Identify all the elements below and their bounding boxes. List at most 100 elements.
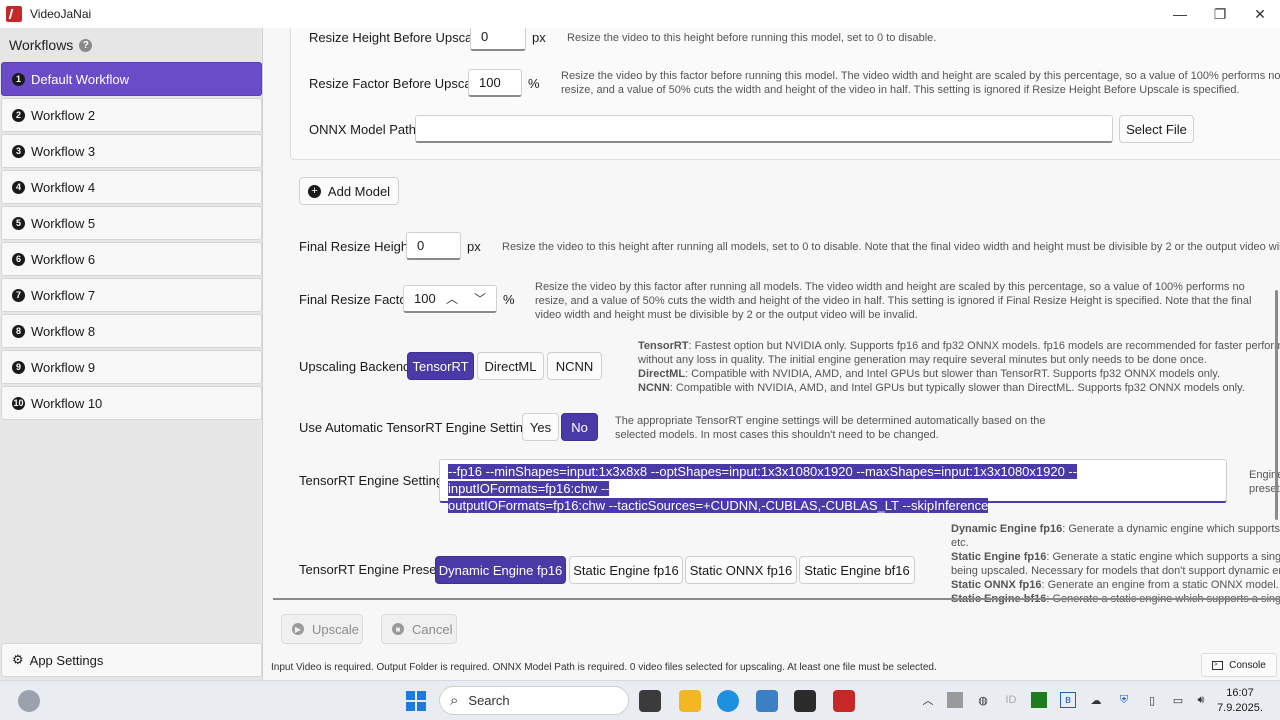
workflow-number-icon: 1 bbox=[12, 72, 25, 86]
workflow-item-6[interactable]: 6 Workflow 6 bbox=[1, 242, 262, 276]
window-title: VideoJaNai bbox=[30, 7, 92, 21]
final-resize-factor-desc-1: Resize the video by this factor after ru… bbox=[535, 281, 1245, 293]
final-resize-factor-unit: % bbox=[503, 292, 515, 307]
preset-desc-static-onnx-name: Static ONNX fp16 bbox=[951, 579, 1042, 591]
backend-desc-ncnn: NCNN: Compatible with NVIDIA, AMD, and I… bbox=[638, 381, 1245, 395]
task-view-icon[interactable] bbox=[639, 690, 661, 712]
preset-desc-static-engine: Static Engine fp16: Generate a static en… bbox=[951, 550, 1280, 564]
minimize-button[interactable]: — bbox=[1160, 0, 1200, 28]
backend-directml-button[interactable]: DirectML bbox=[477, 352, 544, 380]
app-settings-button[interactable]: ⚙ App Settings bbox=[1, 643, 262, 677]
preset-static-engine-fp16-button[interactable]: Static Engine fp16 bbox=[569, 556, 683, 584]
final-resize-factor-stepper[interactable]: 100 ︿ ﹀ bbox=[403, 285, 497, 313]
backend-desc-directml-name: DirectML bbox=[638, 368, 686, 380]
videojanai-taskbar-icon[interactable] bbox=[833, 690, 855, 712]
upscaling-backend-label: Upscaling Backend bbox=[299, 359, 411, 374]
workflow-number-icon: 4 bbox=[12, 180, 25, 194]
upscale-button[interactable]: ▶ Upscale bbox=[281, 614, 363, 644]
console-label: Console bbox=[1229, 659, 1266, 671]
horizontal-scrollbar[interactable] bbox=[273, 598, 1280, 600]
help-icon[interactable]: ? bbox=[79, 38, 93, 52]
onnx-model-path-input[interactable] bbox=[415, 115, 1113, 143]
backend-ncnn-button[interactable]: NCNN bbox=[547, 352, 602, 380]
console-icon: > bbox=[1212, 660, 1224, 670]
status-message: Input Video is required. Output Folder i… bbox=[271, 662, 937, 673]
plus-icon: + bbox=[307, 184, 321, 198]
workflow-label: Workflow 2 bbox=[31, 107, 96, 123]
image-viewer-icon[interactable] bbox=[756, 690, 778, 712]
weather-icon[interactable] bbox=[18, 690, 40, 712]
preset-dynamic-fp16-button[interactable]: Dynamic Engine fp16 bbox=[435, 556, 566, 584]
search-icon: ⌕ bbox=[450, 692, 459, 709]
chevron-up-tray-icon[interactable]: ︿ bbox=[920, 692, 936, 708]
tray-bluetooth-icon[interactable]: ʙ bbox=[1060, 692, 1076, 708]
tray-app-icon[interactable] bbox=[947, 692, 963, 708]
backend-desc-directml: DirectML: Compatible with NVIDIA, AMD, a… bbox=[638, 367, 1220, 381]
workflow-label: Workflow 6 bbox=[31, 251, 96, 267]
final-resize-height-desc: Resize the video to this height after ru… bbox=[502, 241, 1280, 253]
resize-factor-input[interactable]: 100 bbox=[468, 69, 522, 97]
resize-factor-desc-2: resize, and a value of 50% cuts the widt… bbox=[561, 84, 1240, 96]
engine-settings-textarea[interactable]: --fp16 --minShapes=input:1x3x8x8 --optSh… bbox=[439, 459, 1227, 513]
preset-static-engine-bf16-button[interactable]: Static Engine bf16 bbox=[799, 556, 915, 584]
upscale-label: Upscale bbox=[312, 621, 359, 637]
main-panel: Resize Height Before Upscale 0 px Resize… bbox=[263, 28, 1280, 680]
taskbar-search[interactable]: ⌕ Search bbox=[439, 686, 629, 715]
workflow-item-5[interactable]: 5 Workflow 5 bbox=[1, 206, 262, 240]
clock-date: 7.9.2025. bbox=[1217, 702, 1263, 714]
add-model-button[interactable]: + Add Model bbox=[299, 177, 399, 205]
gear-icon: ⚙ bbox=[12, 652, 24, 667]
workflow-item-1[interactable]: 1 Default Workflow bbox=[1, 62, 262, 96]
close-button[interactable]: ✕ bbox=[1240, 0, 1280, 28]
cancel-button[interactable]: ■ Cancel bbox=[381, 614, 457, 644]
backend-desc-tensorrt: TensorRT: Fastest option but NVIDIA only… bbox=[638, 339, 1280, 353]
tray-shield-icon[interactable]: ⛨ bbox=[1116, 692, 1132, 708]
workflow-item-4[interactable]: 4 Workflow 4 bbox=[1, 170, 262, 204]
backend-desc-directml-text: : Compatible with NVIDIA, AMD, and Intel… bbox=[685, 368, 1221, 380]
workflow-number-icon: 3 bbox=[12, 144, 25, 158]
final-resize-height-unit: px bbox=[467, 239, 481, 254]
terminal-icon[interactable] bbox=[794, 690, 816, 712]
start-icon[interactable] bbox=[405, 690, 427, 712]
maximize-button[interactable]: ❐ bbox=[1200, 0, 1240, 28]
taskbar-clock[interactable]: 16:07 7.9.2025. bbox=[1214, 686, 1266, 716]
tray-cloud-icon[interactable]: ☁ bbox=[1088, 692, 1104, 708]
workflow-label: Workflow 3 bbox=[31, 143, 96, 159]
resize-height-input[interactable]: 0 bbox=[470, 28, 526, 51]
preset-desc-dynamic-text: : Generate a dynamic engine which suppor… bbox=[1062, 523, 1280, 535]
workflow-item-8[interactable]: 8 Workflow 8 bbox=[1, 314, 262, 348]
final-resize-factor-desc-2: resize, and a value of 50% cuts the widt… bbox=[535, 295, 1252, 307]
final-resize-height-input[interactable]: 0 bbox=[406, 232, 461, 260]
final-resize-factor-value: 100 bbox=[414, 291, 436, 306]
preset-desc-static-onnx: Static ONNX fp16: Generate an engine fro… bbox=[951, 578, 1280, 592]
select-file-button[interactable]: Select File bbox=[1119, 115, 1194, 143]
preset-desc-dynamic: Dynamic Engine fp16: Generate a dynamic … bbox=[951, 522, 1280, 536]
workflow-item-9[interactable]: 9 Workflow 9 bbox=[1, 350, 262, 384]
chevron-down-icon[interactable]: ﹀ bbox=[474, 290, 486, 307]
chevron-up-icon[interactable]: ︿ bbox=[446, 290, 458, 307]
auto-tensorrt-yes-button[interactable]: Yes bbox=[522, 413, 559, 441]
tray-id-icon[interactable]: ID bbox=[1003, 692, 1019, 708]
tray-globe-icon[interactable]: ◍ bbox=[975, 692, 991, 708]
backend-tensorrt-button[interactable]: TensorRT bbox=[407, 352, 474, 380]
console-button[interactable]: > Console bbox=[1201, 653, 1277, 677]
tray-nvidia-icon[interactable] bbox=[1031, 692, 1047, 708]
file-explorer-icon[interactable] bbox=[679, 690, 701, 712]
browser-icon[interactable] bbox=[717, 690, 739, 712]
workflow-item-10[interactable]: 10 Workflow 10 bbox=[1, 386, 262, 420]
auto-tensorrt-no-button[interactable]: No bbox=[561, 413, 598, 441]
workflow-number-icon: 9 bbox=[12, 360, 25, 374]
preset-static-onnx-fp16-button[interactable]: Static ONNX fp16 bbox=[685, 556, 797, 584]
window-controls: — ❐ ✕ bbox=[1160, 0, 1280, 28]
workflow-item-2[interactable]: 2 Workflow 2 bbox=[1, 98, 262, 132]
vertical-scrollbar[interactable] bbox=[1275, 290, 1278, 520]
tray-volume-icon[interactable]: 🔊︎ bbox=[1193, 692, 1209, 708]
backend-desc-ncnn-name: NCNN bbox=[638, 382, 670, 394]
taskbar-search-label: Search bbox=[468, 693, 510, 708]
tray-battery-icon[interactable]: ▯ bbox=[1144, 692, 1160, 708]
tray-network-icon[interactable]: ▭ bbox=[1170, 692, 1186, 708]
workflow-item-7[interactable]: 7 Workflow 7 bbox=[1, 278, 262, 312]
preset-desc-static-engine-text: : Generate a static engine which support… bbox=[1046, 551, 1280, 563]
workflow-item-3[interactable]: 3 Workflow 3 bbox=[1, 134, 262, 168]
workflow-label: Workflow 8 bbox=[31, 323, 96, 339]
